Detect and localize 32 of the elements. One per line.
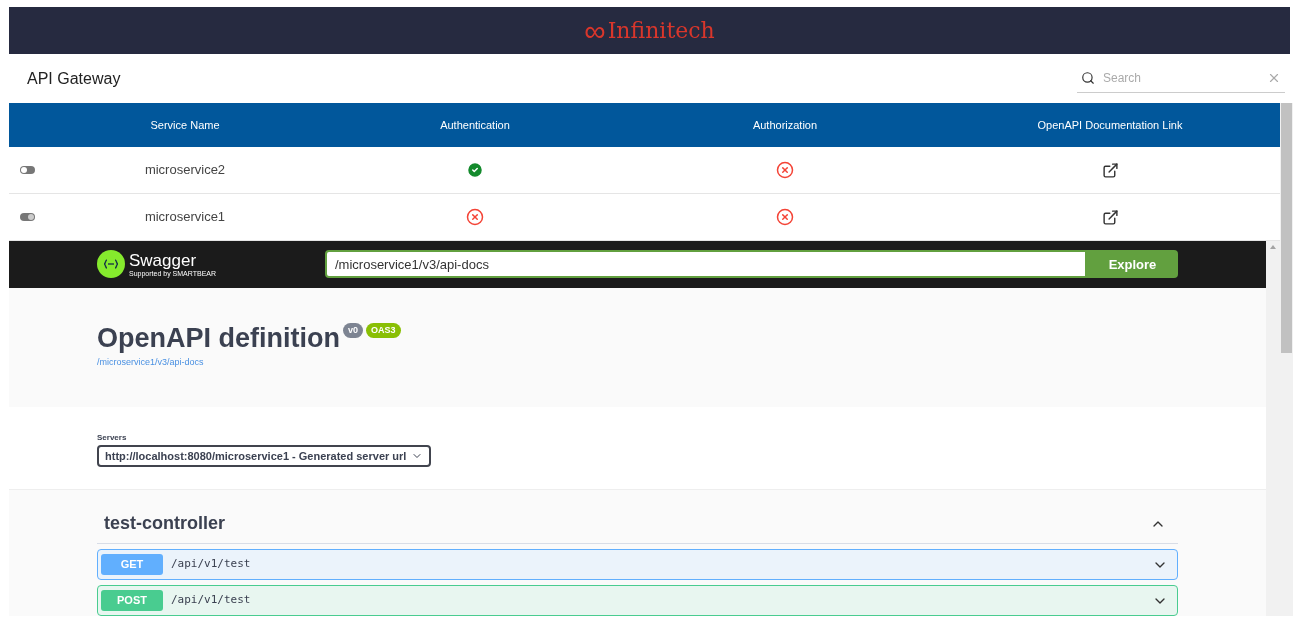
toggle-switch[interactable] — [20, 166, 35, 174]
method-badge: GET — [101, 554, 163, 575]
swagger-logo-icon — [97, 250, 125, 279]
column-header: OpenAPI Documentation Link — [1037, 117, 1183, 133]
server-select[interactable]: http://localhost:8080/microservice1 - Generated server url — [97, 445, 431, 468]
external-link-icon[interactable] — [1101, 161, 1119, 179]
spec-badge: OAS3 — [366, 323, 401, 339]
swagger-wordmark: Swagger — [129, 252, 198, 269]
external-link-icon[interactable] — [1101, 208, 1119, 226]
method-badge: POST — [101, 590, 163, 611]
operation-path: /api/v1/test — [171, 592, 252, 609]
operation-path: /api/v1/test — [171, 556, 252, 573]
api-title: OpenAPI definition — [97, 325, 340, 352]
service-name: microservice1 — [144, 208, 226, 227]
scrollbar[interactable] — [1266, 241, 1280, 616]
column-header: Authorization — [752, 117, 818, 133]
version-badge: v0 — [343, 323, 363, 339]
page-scrollbar[interactable] — [1280, 103, 1293, 616]
operation-row[interactable]: GET /api/v1/test — [97, 549, 1178, 580]
page-title: API Gateway — [27, 68, 121, 89]
servers-label: Servers — [97, 432, 128, 445]
search-icon — [1081, 71, 1095, 85]
column-header: Authentication — [440, 117, 510, 133]
section-title: test-controller — [104, 512, 226, 535]
service-name: microservice2 — [144, 161, 226, 180]
column-header: Service Name — [150, 117, 220, 133]
toggle-switch[interactable] — [20, 213, 35, 221]
operation-row[interactable]: POST /api/v1/test — [97, 585, 1178, 616]
brand-name: Infinitech — [607, 17, 715, 45]
infinity-logo: ∞ — [584, 15, 606, 46]
search-field[interactable]: Search — [1103, 69, 1259, 87]
url-field[interactable]: /microservice1/v3/api-docs — [325, 250, 1087, 279]
